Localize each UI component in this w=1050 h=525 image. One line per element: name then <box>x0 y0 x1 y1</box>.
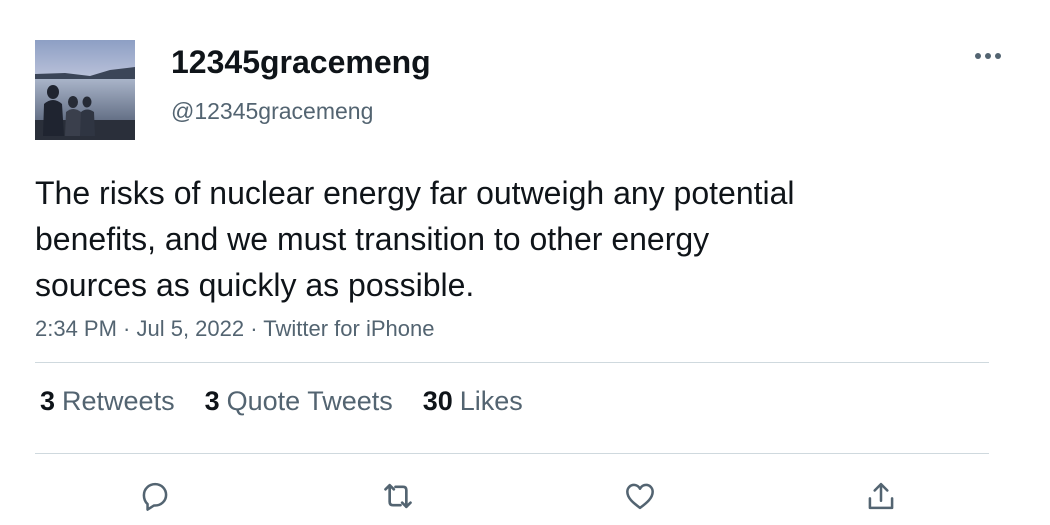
retweets-count: 3 <box>40 386 56 416</box>
user-handle[interactable]: @12345gracemeng <box>171 98 373 125</box>
quote-tweets-label: Quote Tweets <box>226 386 393 416</box>
retweet-button[interactable] <box>378 476 418 516</box>
tweet-text-line: The risks of nuclear energy far outweigh… <box>35 175 795 211</box>
divider <box>35 453 989 454</box>
reply-button[interactable] <box>135 476 175 516</box>
share-icon <box>868 482 894 510</box>
heart-icon <box>626 483 654 510</box>
more-options-icon[interactable] <box>972 44 1004 68</box>
display-name[interactable]: 12345gracemeng <box>171 44 431 81</box>
tweet-stats: 3 Retweets 3 Quote Tweets 30 Likes <box>40 386 553 417</box>
divider <box>35 362 989 363</box>
share-button[interactable] <box>861 476 901 516</box>
like-button[interactable] <box>620 476 660 516</box>
tweet-text-line: sources as quickly as possible. <box>35 267 475 303</box>
avatar-photo <box>35 40 135 140</box>
tweet-text: The risks of nuclear energy far outweigh… <box>35 170 955 308</box>
retweets-stat[interactable]: 3 Retweets <box>40 386 175 417</box>
tweet-text-line: benefits, and we must transition to othe… <box>35 221 710 257</box>
retweets-label: Retweets <box>62 386 175 416</box>
tweet-actions <box>0 476 1050 516</box>
reply-icon <box>142 482 168 511</box>
likes-stat[interactable]: 30 Likes <box>423 386 523 417</box>
quote-tweets-count: 3 <box>204 386 220 416</box>
avatar[interactable] <box>35 40 135 140</box>
likes-count: 30 <box>422 386 453 416</box>
quote-tweets-stat[interactable]: 3 Quote Tweets <box>205 386 393 417</box>
retweet-icon <box>384 483 412 509</box>
likes-label: Likes <box>459 386 523 416</box>
tweet-meta[interactable]: 2:34 PM · Jul 5, 2022 · Twitter for iPho… <box>35 316 434 342</box>
